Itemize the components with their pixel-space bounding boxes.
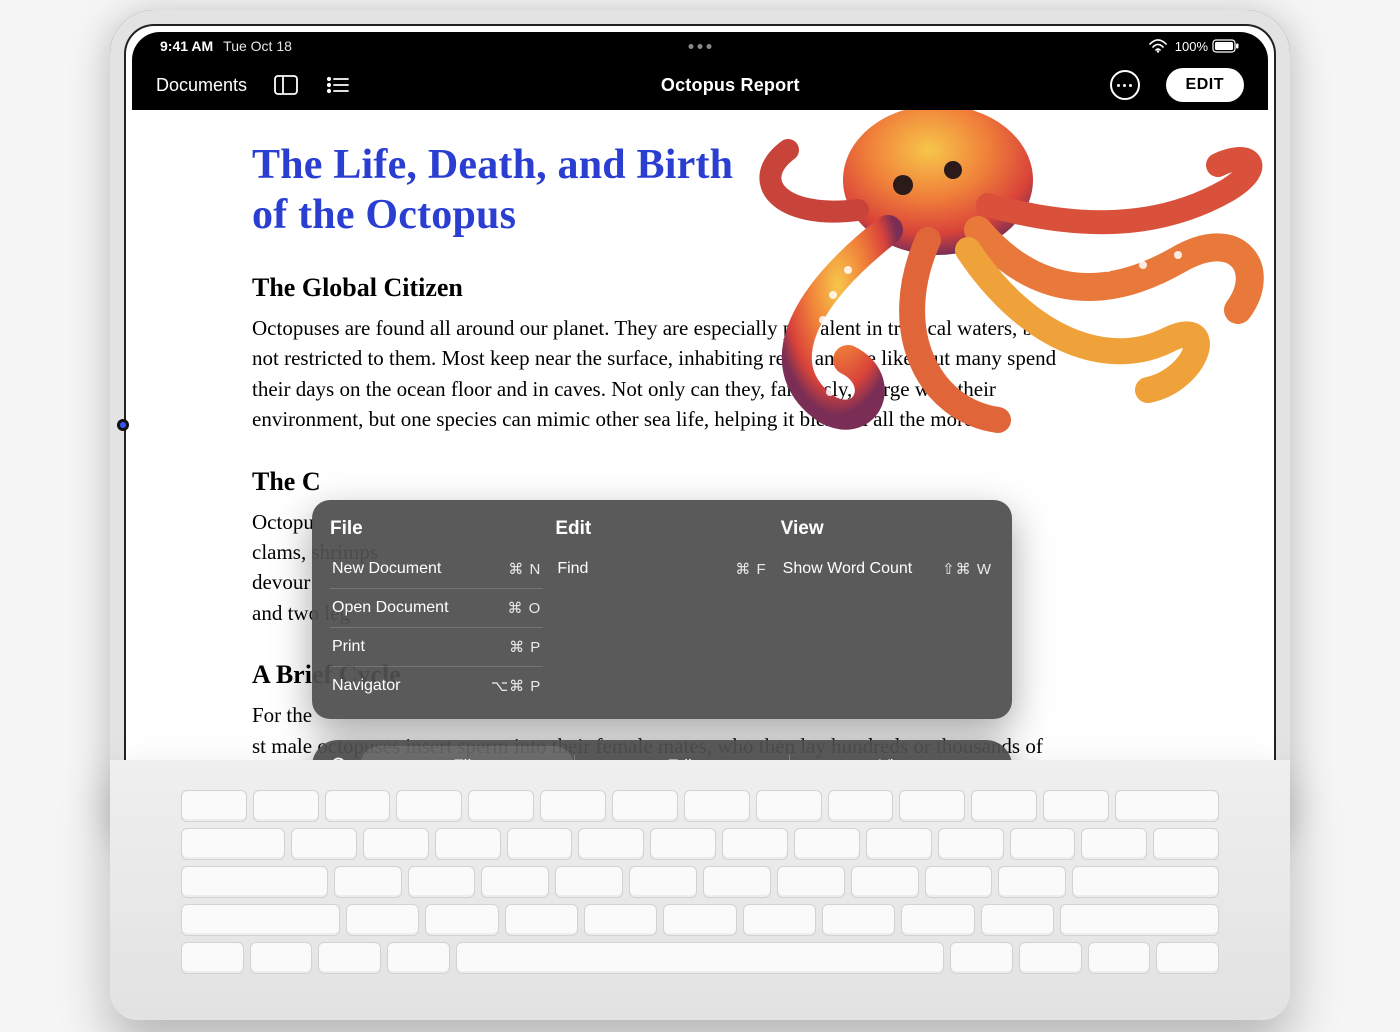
shortcut-label: Open Document	[332, 599, 449, 617]
shortcut-label: Show Word Count	[783, 560, 913, 578]
shortcut-new-document[interactable]: New Document ⌘ N	[330, 550, 543, 589]
shortcut-label: Navigator	[332, 677, 400, 695]
shortcut-column-view: View Show Word Count ⇧⌘ W	[781, 518, 994, 705]
shortcut-keys: ⌥⌘ P	[491, 677, 541, 695]
document-title: Octopus Report	[661, 75, 800, 96]
shortcut-open-document[interactable]: Open Document ⌘ O	[330, 589, 543, 628]
battery-label: 100%	[1175, 39, 1208, 54]
more-options-button[interactable]	[1110, 70, 1140, 100]
shortcut-label: New Document	[332, 560, 441, 578]
shortcut-keys: ⌘ P	[509, 638, 541, 656]
edit-button[interactable]: EDIT	[1166, 68, 1244, 102]
shortcut-column-title: Edit	[555, 518, 768, 540]
shortcut-keys: ⌘ F	[735, 560, 766, 578]
multitask-indicator-icon[interactable]	[689, 44, 712, 49]
wifi-icon	[1149, 39, 1167, 53]
document-canvas[interactable]: The Life, Death, and Birth of the Octopu…	[132, 110, 1268, 818]
shortcut-keys: ⇧⌘ W	[942, 560, 992, 578]
list-view-icon[interactable]	[325, 72, 351, 98]
octopus-illustration	[738, 110, 1268, 460]
shortcut-column-title: File	[330, 518, 543, 540]
shortcut-keys: ⌘ O	[507, 599, 541, 617]
article-title: The Life, Death, and Birth of the Octopu…	[252, 140, 772, 241]
shortcut-show-word-count[interactable]: Show Word Count ⇧⌘ W	[781, 550, 994, 588]
shortcut-column-edit: Edit Find ⌘ F	[555, 518, 768, 705]
magic-keyboard	[110, 760, 1290, 1020]
section-heading-2-partial: The C	[252, 467, 1148, 497]
status-date: Tue Oct 18	[223, 38, 292, 54]
shortcut-column-file: File New Document ⌘ N Open Document ⌘ O …	[330, 518, 543, 705]
app-toolbar: Documents Octopus Report EDIT	[132, 60, 1268, 110]
status-time: 9:41 AM	[160, 38, 213, 54]
sidebar-toggle-icon[interactable]	[273, 72, 299, 98]
shortcut-column-title: View	[781, 518, 994, 540]
keyboard-shortcuts-overlay: File New Document ⌘ N Open Document ⌘ O …	[312, 500, 1012, 719]
shortcut-label: Print	[332, 638, 365, 656]
shortcut-label: Find	[557, 560, 588, 578]
ipad-device-frame: 9:41 AM Tue Oct 18 100% Documents	[110, 10, 1290, 840]
shortcut-find[interactable]: Find ⌘ F	[555, 550, 768, 588]
status-bar: 9:41 AM Tue Oct 18 100%	[132, 32, 1268, 60]
documents-back-button[interactable]: Documents	[156, 75, 247, 96]
shortcut-navigator[interactable]: Navigator ⌥⌘ P	[330, 667, 543, 705]
screen: 9:41 AM Tue Oct 18 100% Documents	[132, 32, 1268, 818]
shortcut-keys: ⌘ N	[508, 560, 541, 578]
battery-indicator: 100%	[1175, 39, 1240, 54]
shortcut-print[interactable]: Print ⌘ P	[330, 628, 543, 667]
